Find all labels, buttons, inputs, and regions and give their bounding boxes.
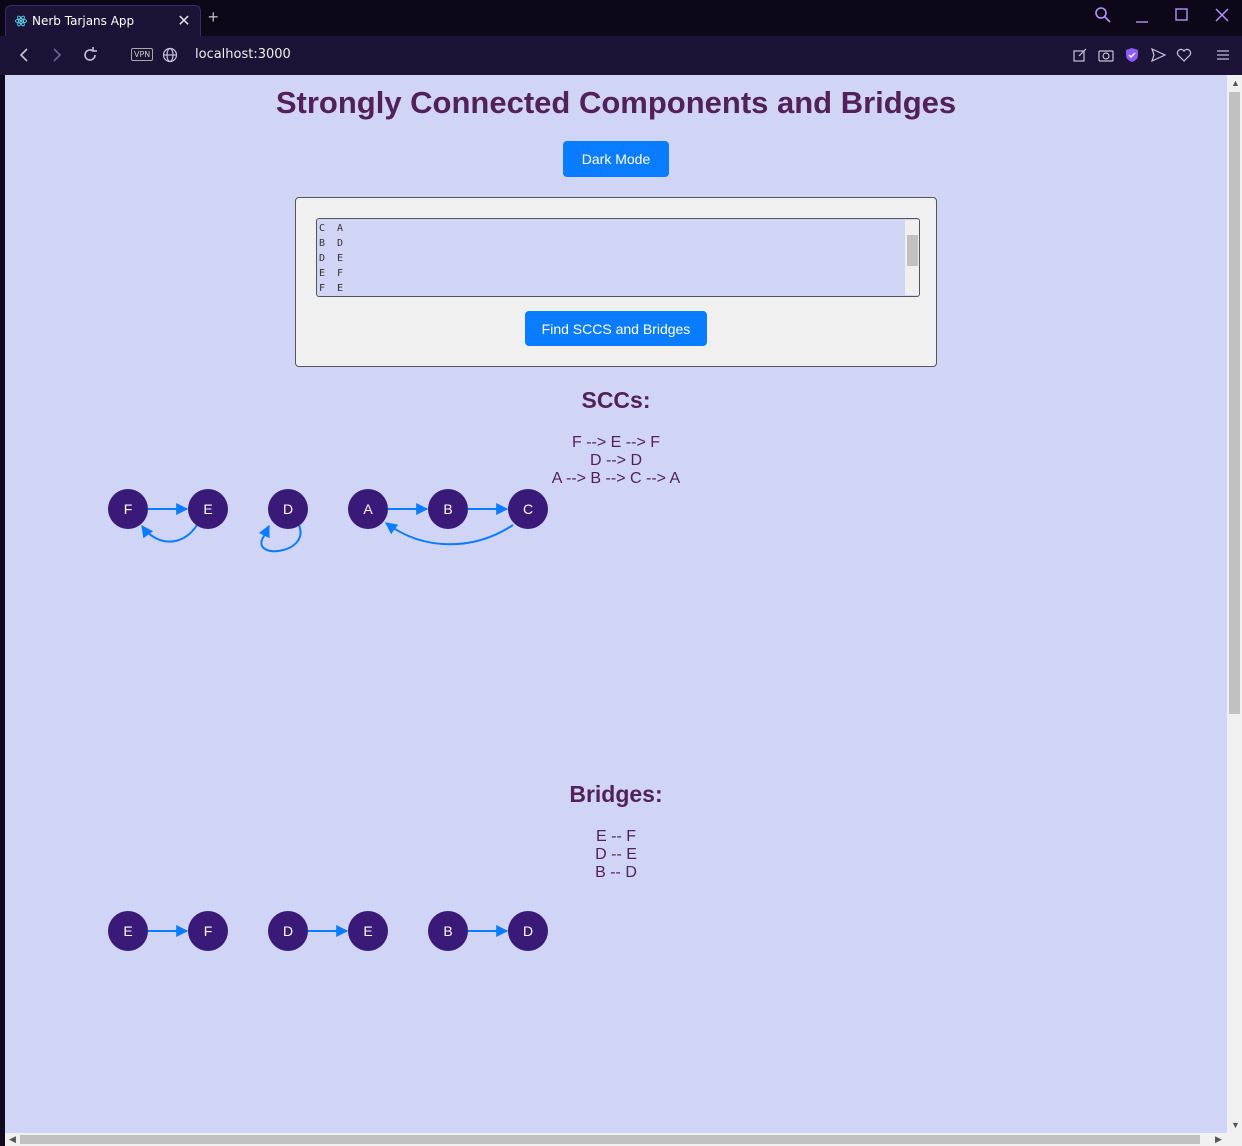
graph-node: E [348, 911, 388, 951]
scc-edge [258, 524, 302, 553]
svg-text:C: C [523, 501, 533, 517]
scc-line: F --> E --> F [572, 434, 660, 451]
back-icon[interactable] [14, 45, 34, 65]
input-panel: C A B D D E E F F E Find SCCS and Bridge… [295, 197, 937, 367]
find-sccs-bridges-button[interactable]: Find SCCS and Bridges [525, 311, 707, 346]
globe-icon [162, 47, 178, 63]
shield-icon[interactable] [1123, 46, 1141, 64]
close-window-icon[interactable] [1214, 7, 1230, 23]
svg-text:B: B [443, 923, 452, 939]
browser-tab[interactable]: Nerb Tarjans App ✕ [5, 5, 201, 36]
graph-node: A [348, 489, 388, 529]
svg-text:E: E [203, 501, 212, 517]
page-title: Strongly Connected Components and Bridge… [275, 85, 957, 120]
graph-node: E [188, 489, 228, 529]
textarea-scroll-thumb[interactable] [907, 235, 918, 266]
tab-title: Nerb Tarjans App [32, 14, 135, 28]
graph-node: F [188, 911, 228, 951]
scc-edge [141, 524, 198, 543]
dark-mode-button[interactable]: Dark Mode [563, 141, 669, 177]
scroll-left-icon[interactable]: ◀ [9, 1134, 16, 1145]
maximize-icon[interactable] [1174, 7, 1190, 23]
svg-text:F: F [124, 501, 133, 517]
menu-icon[interactable] [1214, 46, 1232, 64]
camera-icon[interactable] [1097, 46, 1115, 64]
url-field[interactable]: localhost:3000 [195, 47, 291, 62]
scroll-down-icon[interactable]: ▼ [1231, 1120, 1240, 1130]
vpn-badge[interactable]: VPN [131, 48, 154, 61]
svg-text:D: D [283, 501, 293, 517]
svg-text:F: F [204, 923, 213, 939]
sccs-heading: SCCs: [581, 387, 651, 413]
close-tab-icon[interactable]: ✕ [174, 11, 194, 31]
svg-text:B: B [443, 501, 452, 517]
graph-node: B [428, 489, 468, 529]
tab-strip: Nerb Tarjans App ✕ + [0, 0, 1242, 36]
send-icon[interactable] [1149, 46, 1167, 64]
graph-node: E [108, 911, 148, 951]
bridge-line: D -- E [595, 846, 637, 863]
bridges-list: E -- F D -- E B -- D [5, 828, 1227, 882]
bridge-line: B -- D [595, 864, 637, 881]
page-viewport: Strongly Connected Components and Bridge… [5, 75, 1227, 1133]
scroll-right-icon[interactable]: ▶ [1215, 1134, 1222, 1145]
graph-node: C [508, 489, 548, 529]
edges-textarea[interactable]: C A B D D E E F F E [316, 218, 920, 297]
svg-text:A: A [363, 501, 373, 517]
graph-node: D [508, 911, 548, 951]
forward-icon[interactable] [47, 45, 67, 65]
svg-text:D: D [283, 923, 293, 939]
bridges-heading: Bridges: [569, 781, 663, 807]
scroll-up-icon[interactable]: ▲ [1231, 78, 1240, 88]
share-icon[interactable] [1071, 46, 1089, 64]
react-icon [14, 15, 28, 27]
reload-icon[interactable] [80, 45, 100, 65]
search-icon[interactable] [1094, 6, 1112, 24]
bridge-line: E -- F [596, 828, 636, 845]
graph-node: F [108, 489, 148, 529]
graph-node: D [268, 489, 308, 529]
bridge-graph: E F D E B D [108, 911, 548, 951]
graph-node: D [268, 911, 308, 951]
minimize-icon[interactable] [1134, 10, 1150, 24]
vertical-scroll-thumb[interactable] [1229, 92, 1240, 714]
svg-text:E: E [363, 923, 372, 939]
address-bar: VPN localhost:3000 [0, 36, 1242, 75]
svg-text:E: E [123, 923, 132, 939]
horizontal-scroll-thumb[interactable] [20, 1135, 1200, 1144]
graph-node: B [428, 911, 468, 951]
scc-line: D --> D [590, 452, 642, 469]
svg-text:D: D [523, 923, 533, 939]
new-tab-icon[interactable]: + [208, 7, 219, 28]
heart-icon[interactable] [1175, 46, 1193, 64]
scc-graph: F E D A B C [108, 489, 548, 553]
